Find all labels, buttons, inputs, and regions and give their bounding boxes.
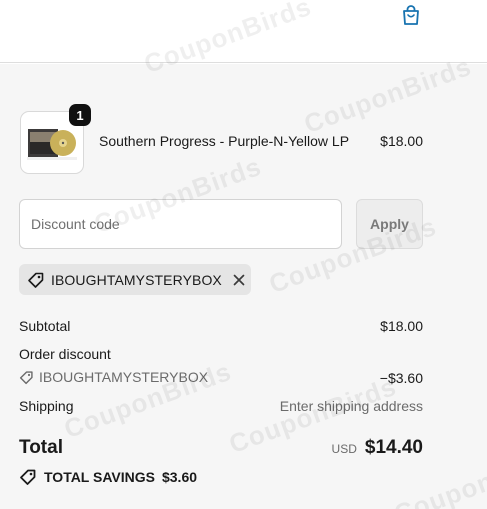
shipping-label: Shipping xyxy=(19,398,74,414)
applied-discount-code: IBOUGHTAMYSTERYBOX xyxy=(51,271,222,288)
total-amount: $14.40 xyxy=(364,437,423,458)
discount-value: −$3.60 xyxy=(379,370,423,386)
tag-icon xyxy=(19,468,37,486)
discount-code-input[interactable] xyxy=(19,199,342,249)
shopping-bag-icon[interactable] xyxy=(398,3,424,27)
subtotal-label: Subtotal xyxy=(19,318,71,334)
total-amount-group: USD $14.40 xyxy=(332,437,423,459)
product-price: $18.00 xyxy=(380,133,423,149)
header-bar xyxy=(0,0,487,63)
apply-discount-button[interactable]: Apply xyxy=(356,199,423,249)
tag-icon xyxy=(27,271,45,289)
vinyl-record-image xyxy=(27,128,77,160)
discount-code-line: IBOUGHTAMYSTERYBOX xyxy=(19,369,208,385)
total-savings-amount: $3.60 xyxy=(161,469,198,485)
order-discount-label: Order discount xyxy=(19,346,111,362)
subtotal-value: $18.00 xyxy=(380,318,423,334)
total-savings: TOTAL SAVINGS $3.60 xyxy=(19,468,197,486)
applied-discount-chip: IBOUGHTAMYSTERYBOX xyxy=(19,264,251,295)
total-label: Total xyxy=(19,437,63,458)
shipping-value: Enter shipping address xyxy=(279,398,423,414)
remove-discount-icon[interactable] xyxy=(231,272,247,288)
currency-code: USD xyxy=(331,442,357,456)
product-name: Southern Progress - Purple-N-Yellow LP xyxy=(99,133,350,149)
total-savings-label: TOTAL SAVINGS xyxy=(44,469,155,485)
discount-code-text: IBOUGHTAMYSTERYBOX xyxy=(39,369,209,385)
quantity-badge: 1 xyxy=(69,104,91,126)
checkout-summary-page: 1 Southern Progress - Purple-N-Yellow LP… xyxy=(0,0,487,509)
tag-icon xyxy=(19,370,34,385)
